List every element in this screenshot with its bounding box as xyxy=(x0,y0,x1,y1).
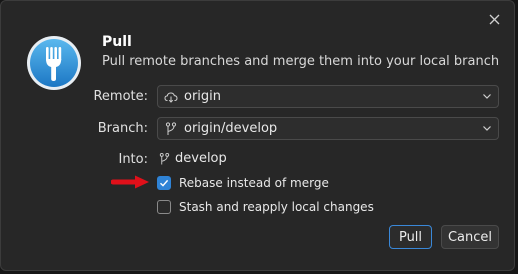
fork-app-icon xyxy=(27,36,81,90)
remote-select[interactable]: origin xyxy=(157,85,499,108)
remote-value: origin xyxy=(184,89,222,104)
cancel-button[interactable]: Cancel xyxy=(441,225,499,249)
into-label: Into: xyxy=(118,152,148,167)
dialog-title: Pull xyxy=(102,34,132,50)
rebase-option[interactable]: Rebase instead of merge xyxy=(157,176,329,190)
stash-label: Stash and reapply local changes xyxy=(179,200,374,214)
chevron-down-icon xyxy=(483,94,491,99)
remote-label: Remote: xyxy=(93,89,148,104)
into-value: develop xyxy=(175,151,227,166)
branch-value: origin/develop xyxy=(184,121,278,136)
chevron-down-icon xyxy=(483,126,491,131)
check-icon xyxy=(160,179,169,187)
branch-label: Branch: xyxy=(97,121,148,136)
rebase-label: Rebase instead of merge xyxy=(179,176,329,190)
red-arrow-icon xyxy=(111,175,149,189)
into-branch: develop xyxy=(159,151,227,166)
close-icon xyxy=(489,14,499,24)
branch-icon xyxy=(159,152,171,166)
branch-select[interactable]: origin/develop xyxy=(157,117,499,140)
stash-option[interactable]: Stash and reapply local changes xyxy=(157,200,374,214)
stash-checkbox[interactable] xyxy=(157,200,171,214)
cloud-icon xyxy=(164,90,178,104)
rebase-checkbox[interactable] xyxy=(157,176,171,190)
close-button[interactable] xyxy=(484,9,504,29)
pull-dialog: Pull Pull remote branches and merge them… xyxy=(0,0,515,271)
branch-icon xyxy=(164,121,178,136)
dialog-subtitle: Pull remote branches and merge them into… xyxy=(102,54,500,69)
pull-button[interactable]: Pull xyxy=(389,225,432,249)
